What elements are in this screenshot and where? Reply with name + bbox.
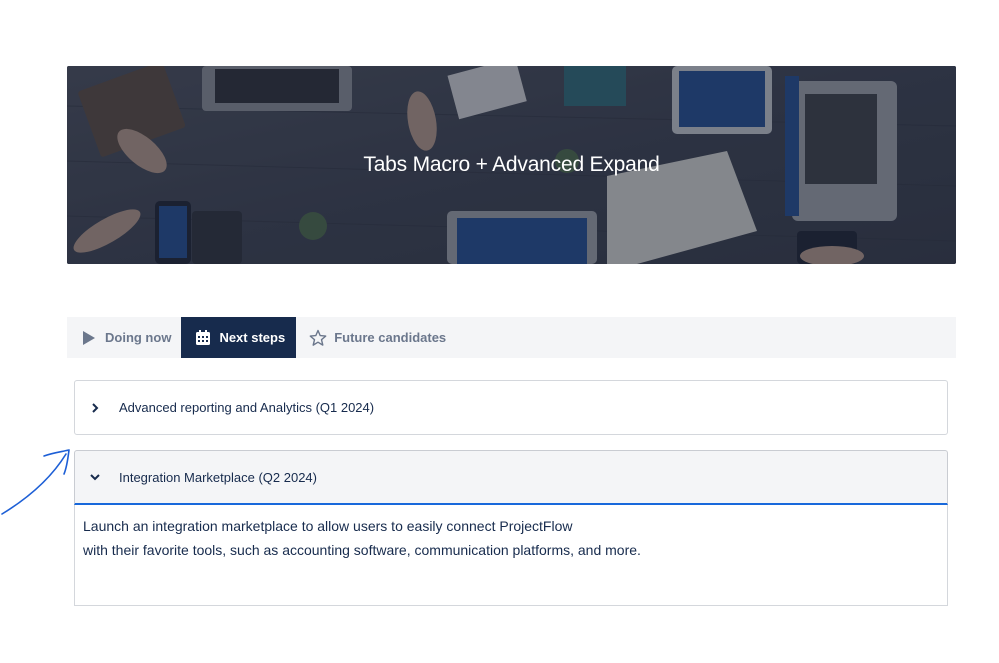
expand-title: Integration Marketplace (Q2 2024) (119, 469, 317, 485)
calendar-icon (194, 329, 212, 347)
expand-content: Launch an integration marketplace to all… (74, 505, 948, 606)
expand-body-line: Launch an integration marketplace to all… (83, 518, 573, 534)
chevron-down-icon (89, 471, 101, 483)
hero-banner: Tabs Macro + Advanced Expand (67, 66, 956, 264)
expand-title: Advanced reporting and Analytics (Q1 202… (119, 400, 375, 415)
tab-bar: Doing now Next steps Future candidates (67, 317, 956, 358)
play-icon (80, 329, 98, 347)
tab-doing-now[interactable]: Doing now (67, 317, 181, 358)
tab-next-steps[interactable]: Next steps (181, 317, 297, 358)
tab-future-candidates[interactable]: Future candidates (296, 317, 456, 358)
tab-label: Doing now (105, 330, 172, 345)
expand-header-q2[interactable]: Integration Marketplace (Q2 2024) (74, 450, 948, 505)
expand-header[interactable]: Advanced reporting and Analytics (Q1 202… (75, 381, 947, 434)
annotation-arrow-icon (1, 449, 70, 515)
tab-label: Future candidates (334, 330, 447, 345)
chevron-right-icon (89, 402, 101, 414)
tab-label: Next steps (219, 330, 286, 345)
expand-body-line: with their favorite tools, such as accou… (83, 542, 641, 558)
star-icon (309, 329, 327, 347)
expand-panel-q1: Advanced reporting and Analytics (Q1 202… (74, 380, 948, 435)
banner-title: Tabs Macro + Advanced Expand (363, 153, 660, 176)
